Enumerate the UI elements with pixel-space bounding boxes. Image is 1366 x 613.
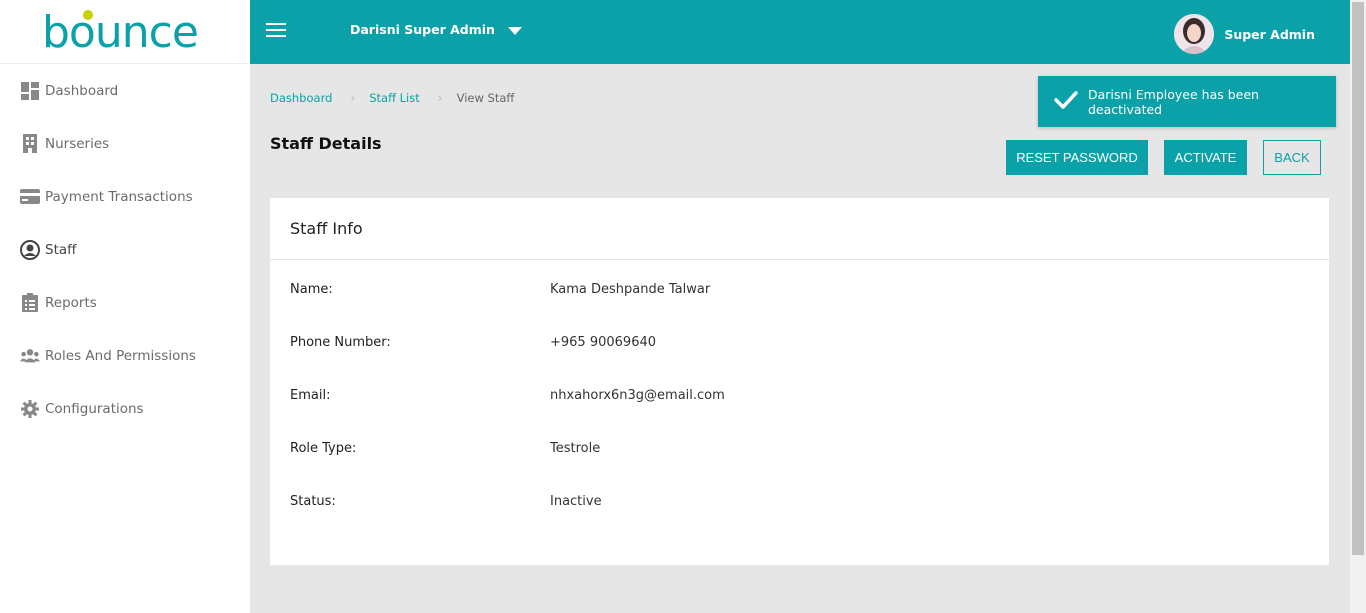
sidebar-item-payment-transactions[interactable]: Payment Transactions [0,170,250,223]
user-name: Super Admin [1224,26,1315,42]
user-circle-icon [20,239,40,260]
field-row-role-type: Role Type: Testrole [290,441,600,456]
sidebar-item-label: Nurseries [45,135,110,152]
reset-password-button[interactable]: RESET PASSWORD [1006,140,1148,175]
dashboard-icon [20,81,40,101]
field-row-status: Status: Inactive [290,494,602,509]
user-menu[interactable]: Super Admin [1174,14,1315,54]
credit-card-icon [20,187,40,207]
gear-icon [20,399,40,419]
hamburger-menu-icon[interactable] [266,23,286,39]
field-label: Email: [290,388,331,403]
sidebar-item-reports[interactable]: Reports [0,276,250,329]
org-selector-label: Darisni Super Admin [350,22,495,37]
bounce-logo: bounce [42,7,199,57]
sidebar-item-nurseries[interactable]: Nurseries [0,117,250,170]
sidebar-nav: Dashboard Nurseries Payment Transactions… [0,64,250,435]
sidebar-item-staff[interactable]: Staff [0,223,250,276]
avatar [1174,14,1215,54]
staff-info-card: Staff Info Name: Kama Deshpande Talwar P… [270,198,1329,565]
breadcrumb-current: View Staff [456,91,515,105]
toast-notification[interactable]: Darisni Employee has been deactivated [1038,76,1336,127]
card-title: Staff Info [270,198,1329,260]
sidebar-item-label: Staff [45,241,77,258]
field-label: Role Type: [290,441,357,456]
building-icon [20,134,40,154]
field-label: Phone Number: [290,335,391,350]
check-icon [1054,90,1078,114]
sidebar-item-roles-and-permissions[interactable]: Roles And Permissions [0,329,250,382]
users-icon [20,346,40,366]
sidebar-item-label: Configurations [45,400,144,417]
field-row-phone: Phone Number: +965 90069640 [290,335,656,350]
sidebar-item-label: Payment Transactions [45,188,193,205]
field-label: Name: [290,282,333,297]
sidebar-item-configurations[interactable]: Configurations [0,382,250,435]
caret-down-icon [507,26,522,35]
clipboard-icon [20,293,40,313]
scrollbar[interactable] [1350,0,1366,613]
org-selector[interactable]: Darisni Super Admin [350,22,522,37]
breadcrumb: Dashboard › Staff List › View Staff [270,91,514,105]
logo-text: bounce [42,7,198,57]
field-value: Kama Deshpande Talwar [550,282,711,297]
toast-message: Darisni Employee has been deactivated [1088,86,1259,117]
activate-button[interactable]: ACTIVATE [1164,140,1247,175]
breadcrumb-dashboard[interactable]: Dashboard [270,91,332,105]
sidebar-item-dashboard[interactable]: Dashboard [0,64,250,117]
topbar: Darisni Super Admin Super Admin [250,0,1350,64]
field-value: nhxahorx6n3g@email.com [550,388,725,403]
sidebar-item-label: Roles And Permissions [45,347,196,364]
back-button[interactable]: BACK [1263,140,1321,175]
field-row-name: Name: Kama Deshpande Talwar [290,282,710,297]
field-value: Inactive [550,494,602,509]
logo[interactable]: bounce [0,0,250,64]
sidebar-item-label: Reports [45,294,97,311]
page-title: Staff Details [270,134,382,153]
field-value: +965 90069640 [550,335,657,350]
chevron-right-icon: › [350,91,356,105]
field-value: Testrole [550,441,601,456]
field-label: Status: [290,494,336,509]
sidebar: bounce Dashboard Nurseries Payment Trans… [0,0,250,613]
breadcrumb-staff-list[interactable]: Staff List [369,91,420,105]
chevron-right-icon: › [437,91,443,105]
scrollbar-thumb[interactable] [1352,2,1364,555]
field-row-email: Email: nhxahorx6n3g@email.com [290,388,725,403]
sidebar-item-label: Dashboard [45,82,119,99]
